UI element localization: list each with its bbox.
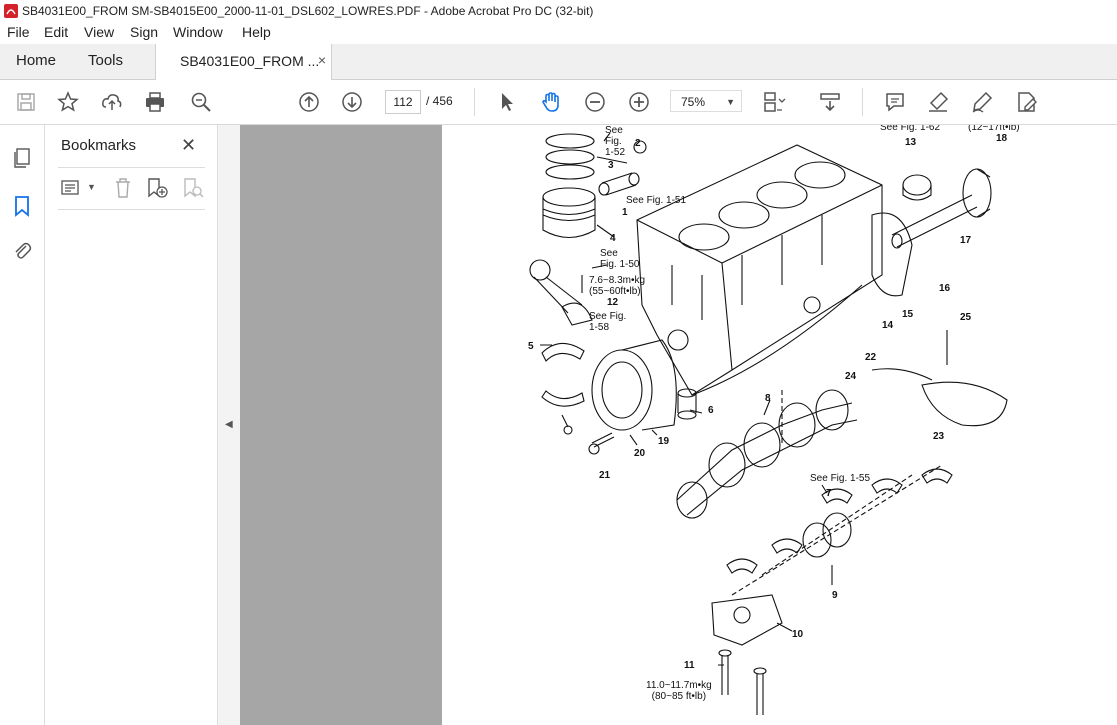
toolbar-divider — [862, 88, 863, 116]
menu-window[interactable]: Window — [173, 24, 223, 40]
toolbar-divider — [474, 88, 475, 116]
select-pointer-icon[interactable] — [495, 90, 519, 114]
title-bar: SB4031E00_FROM SM-SB4015E00_2000-11-01_D… — [0, 0, 1117, 23]
callout-torque-11: 11.0~11.7m•kg (80~85 ft•lb) — [646, 680, 712, 702]
menu-edit[interactable]: Edit — [44, 24, 68, 40]
callout-12: 12 — [607, 297, 619, 308]
page-up-icon[interactable] — [297, 90, 321, 114]
comment-icon[interactable] — [883, 90, 907, 114]
callout-6: 6 — [708, 405, 714, 416]
callout-3: 3 — [608, 160, 614, 171]
new-bookmark-icon[interactable] — [145, 177, 169, 199]
bookmarks-panel: Bookmarks ✕ ▼ — [45, 125, 218, 725]
callout-7: 7 — [826, 488, 832, 499]
collapse-arrow-icon[interactable]: ◀ — [225, 419, 233, 430]
callout-19: 19 — [658, 436, 670, 447]
chevron-down-icon[interactable]: ▼ — [87, 182, 96, 192]
save-icon[interactable] — [14, 90, 38, 114]
callout-see-fig-1-50: See Fig. 1-50 — [600, 248, 640, 270]
page-layout-icon[interactable] — [762, 90, 786, 114]
menu-bar: File Edit View Sign Window Help — [0, 22, 1117, 44]
page-total: / 456 — [426, 94, 453, 108]
draw-icon[interactable] — [970, 90, 994, 114]
tab-document-label: SB4031E00_FROM ... — [180, 53, 320, 69]
zoom-in-icon[interactable] — [627, 90, 651, 114]
callout-5: 5 — [528, 341, 534, 352]
bookmarks-icon[interactable] — [11, 195, 33, 217]
tab-tools[interactable]: Tools — [88, 52, 123, 69]
page-number-input[interactable]: 112 — [385, 90, 421, 114]
bookmark-search-icon[interactable] — [181, 177, 205, 199]
close-icon[interactable]: ✕ — [181, 135, 196, 156]
callout-9: 9 — [832, 590, 838, 601]
callout-see-fig-1-62: See Fig. 1-62 — [880, 125, 941, 133]
callout-1: 1 — [622, 207, 628, 218]
callout-22: 22 — [865, 352, 877, 363]
panel-divider — [58, 167, 205, 168]
callout-2: 2 — [635, 138, 641, 149]
main-toolbar — [0, 80, 1117, 125]
window-title: SB4031E00_FROM SM-SB4015E00_2000-11-01_D… — [22, 4, 594, 18]
bookmark-options-icon[interactable] — [61, 179, 83, 197]
panel-divider — [58, 209, 205, 210]
menu-sign[interactable]: Sign — [130, 24, 158, 40]
document-canvas-background — [240, 125, 442, 725]
callout-see-fig-1-52: See Fig. 1-52 — [605, 125, 626, 158]
bookmark-star-icon[interactable] — [56, 90, 80, 114]
left-nav-rail — [0, 125, 45, 725]
callout-18: 18 — [996, 133, 1008, 144]
attachments-icon[interactable] — [11, 240, 33, 262]
zoom-search-icon[interactable] — [189, 90, 213, 114]
tab-document[interactable]: SB4031E00_FROM ... × — [155, 44, 332, 80]
bookmarks-title: Bookmarks — [61, 137, 137, 154]
engine-exploded-diagram — [529, 132, 1008, 715]
zoom-value: 75% — [681, 95, 706, 109]
acrobat-app-icon — [4, 4, 18, 18]
hand-tool-icon[interactable] — [539, 90, 563, 114]
callout-4: 4 — [610, 233, 616, 244]
tab-close-icon[interactable]: × — [318, 52, 326, 68]
callout-torque-18: (12~17ft•lb) — [968, 125, 1020, 133]
callout-25: 25 — [960, 312, 972, 323]
callout-21: 21 — [599, 470, 611, 481]
callout-24: 24 — [845, 371, 857, 382]
callout-see-fig-1-51: See Fig. 1-51 — [626, 195, 687, 206]
chevron-down-icon: ▼ — [726, 97, 735, 107]
delete-bookmark-icon[interactable] — [113, 177, 133, 199]
callout-20: 20 — [634, 448, 646, 459]
print-icon[interactable] — [143, 90, 167, 114]
menu-help[interactable]: Help — [242, 24, 271, 40]
tab-bar: Home Tools SB4031E00_FROM ... × — [0, 44, 1117, 80]
callout-10: 10 — [792, 629, 804, 640]
callout-11: 11 — [684, 660, 695, 671]
fill-sign-icon[interactable] — [1015, 90, 1039, 114]
upload-icon[interactable] — [100, 90, 124, 114]
scroll-mode-icon[interactable] — [818, 90, 842, 114]
callout-see-fig-1-55: See Fig. 1-55 — [810, 473, 871, 484]
menu-view[interactable]: View — [84, 24, 114, 40]
callout-14: 14 — [882, 320, 894, 331]
callout-15: 15 — [902, 309, 914, 320]
callout-see-fig-1-58: See Fig. 1-58 — [589, 311, 627, 333]
page-down-icon[interactable] — [340, 90, 364, 114]
menu-file[interactable]: File — [7, 24, 30, 40]
callout-16: 16 — [939, 283, 951, 294]
highlight-icon[interactable] — [926, 90, 950, 114]
callout-13: 13 — [905, 137, 917, 148]
callout-23: 23 — [933, 431, 945, 442]
tab-home[interactable]: Home — [16, 52, 56, 69]
callout-17: 17 — [960, 235, 972, 246]
zoom-out-icon[interactable] — [583, 90, 607, 114]
panel-splitter[interactable]: ◀ — [218, 125, 241, 725]
callout-8: 8 — [765, 393, 771, 404]
zoom-select[interactable]: 75% ▼ — [670, 90, 742, 112]
callout-torque-12: 7.6~8.3m•kg (55~60ft•lb) — [589, 275, 646, 297]
page-thumbnails-icon[interactable] — [11, 147, 33, 169]
pdf-page[interactable]: See Fig. 1-52 2 3 See Fig. 1-51 1 4 See … — [442, 125, 1117, 725]
